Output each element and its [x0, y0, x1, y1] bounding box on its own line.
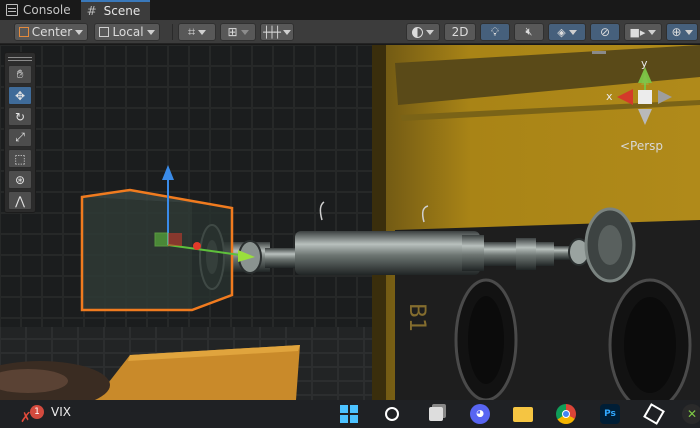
palette-drag-handle[interactable]	[8, 55, 32, 63]
handle-label: Local	[112, 25, 144, 39]
tool-palette: ✋︎ ✥ ↻ ⤢ ⬚ ⊛ ⋀	[4, 52, 36, 213]
chevron-down-icon	[648, 29, 657, 35]
chrome-icon	[562, 410, 570, 418]
chevron-down-icon	[568, 29, 577, 35]
windows-start-button[interactable]	[339, 404, 359, 424]
tab-console[interactable]: Console	[0, 0, 81, 20]
task-view-button[interactable]	[426, 404, 446, 424]
chevron-down-icon	[240, 29, 249, 35]
tab-bar: Console # Scene	[0, 0, 700, 20]
scene-toolbar: Center Local ⌗ ⊞ ┼┼┼ 2D 💡︎ 🔇︎ ◈ ⊘ ■▸ ⊕	[0, 20, 700, 44]
folder-icon	[513, 406, 533, 422]
pivot-icon	[18, 27, 29, 37]
grid-icon: #	[86, 4, 97, 18]
chrome-button[interactable]	[556, 404, 576, 424]
toolbar-divider	[172, 24, 173, 40]
rect-icon: ⬚	[14, 151, 26, 166]
camera-dropdown[interactable]: ■▸	[624, 23, 662, 41]
chevron-down-icon	[146, 29, 155, 35]
chevron-down-icon	[426, 29, 434, 35]
xbox-icon: ✕	[686, 407, 698, 421]
tab-scene-label: Scene	[103, 4, 141, 18]
widget-label: VIX	[51, 405, 71, 419]
svg-text:B1: B1	[404, 303, 429, 332]
scene-visibility-toggle[interactable]: ⊘	[590, 23, 620, 41]
transform-icon: ⊛	[14, 172, 26, 187]
search-icon	[385, 407, 399, 421]
tab-console-label: Console	[23, 3, 71, 17]
discord-button[interactable]: ◕	[470, 404, 490, 424]
projection-toggle[interactable]: <Persp	[620, 139, 663, 153]
shading-icon	[412, 26, 423, 38]
scale-tool-button[interactable]: ⤢	[8, 128, 32, 147]
move-tool-button[interactable]: ✥	[8, 86, 32, 105]
mode-2d-label: 2D	[451, 25, 469, 39]
notification-badge: 1	[30, 405, 44, 419]
gizmo-x-label: x	[606, 90, 613, 103]
photoshop-button[interactable]: Ps	[600, 404, 620, 424]
unity-icon	[643, 403, 665, 425]
tab-scene[interactable]: # Scene	[80, 0, 151, 20]
chevron-down-icon	[198, 29, 207, 35]
gizmo-y-label: y	[641, 57, 648, 70]
increment-snap-icon: ⊞	[227, 25, 238, 39]
ruler-icon: ┼┼┼	[263, 25, 281, 39]
chevron-down-icon	[75, 29, 84, 35]
increment-snap-button[interactable]: ⊞	[220, 23, 256, 41]
ruler-button[interactable]: ┼┼┼	[260, 23, 294, 41]
move-icon: ✥	[14, 88, 26, 103]
lightbulb-icon: 💡︎	[490, 24, 500, 39]
unity-button[interactable]	[643, 403, 665, 425]
console-icon	[6, 4, 18, 16]
photoshop-icon: Ps	[604, 409, 616, 419]
lighting-toggle[interactable]: 💡︎	[480, 23, 510, 41]
mode-2d-toggle[interactable]: 2D	[444, 23, 476, 41]
file-explorer-button[interactable]	[513, 404, 533, 424]
unity-editor-window: Console # Scene Center Local ⌗ ⊞ ┼┼┼ 2D …	[0, 0, 700, 428]
search-button[interactable]	[382, 404, 402, 424]
hand-tool-button[interactable]: ✋︎	[8, 65, 32, 84]
cube-icon	[99, 27, 110, 37]
chevron-down-icon	[282, 29, 291, 35]
pivot-dropdown[interactable]: Center	[14, 23, 88, 41]
hidden-eye-icon: ⊘	[599, 25, 611, 39]
gizmo-globe-icon: ⊕	[671, 25, 682, 39]
speaker-muted-icon: 🔇︎	[525, 25, 533, 38]
gizmos-dropdown[interactable]: ⊕	[666, 23, 698, 41]
custom-tool-icon: ⋀	[15, 193, 25, 208]
transform-tool-button[interactable]: ⊛	[8, 170, 32, 189]
scene-viewport[interactable]: B1 y x <Persp	[0, 45, 700, 400]
effects-dropdown[interactable]: ◈	[548, 23, 586, 41]
audio-toggle[interactable]: 🔇︎	[514, 23, 544, 41]
discord-icon: ◕	[476, 409, 484, 419]
rotate-tool-button[interactable]: ↻	[8, 107, 32, 126]
hand-icon: ✋︎	[16, 67, 24, 81]
os-taskbar: ✗ 1 VIX ◕ Ps ✕	[0, 400, 700, 428]
grid-snap-button[interactable]: ⌗	[178, 23, 216, 41]
grid-snap-icon: ⌗	[187, 24, 196, 40]
scale-icon: ⤢	[15, 130, 25, 144]
custom-tool-button[interactable]: ⋀	[8, 191, 32, 210]
rotate-icon: ↻	[14, 109, 26, 124]
layers-icon: ◈	[557, 25, 566, 39]
scene-render: B1	[0, 45, 700, 400]
draw-mode-dropdown[interactable]	[406, 23, 440, 41]
task-view-icon	[429, 407, 443, 421]
chevron-down-icon	[684, 29, 693, 35]
camera-icon: ■▸	[629, 25, 646, 39]
pivot-label: Center	[31, 25, 73, 39]
rect-tool-button[interactable]: ⬚	[8, 149, 32, 168]
windows-logo-icon	[340, 405, 358, 423]
handle-rotation-dropdown[interactable]: Local	[94, 23, 160, 41]
xbox-button[interactable]: ✕	[682, 404, 700, 424]
